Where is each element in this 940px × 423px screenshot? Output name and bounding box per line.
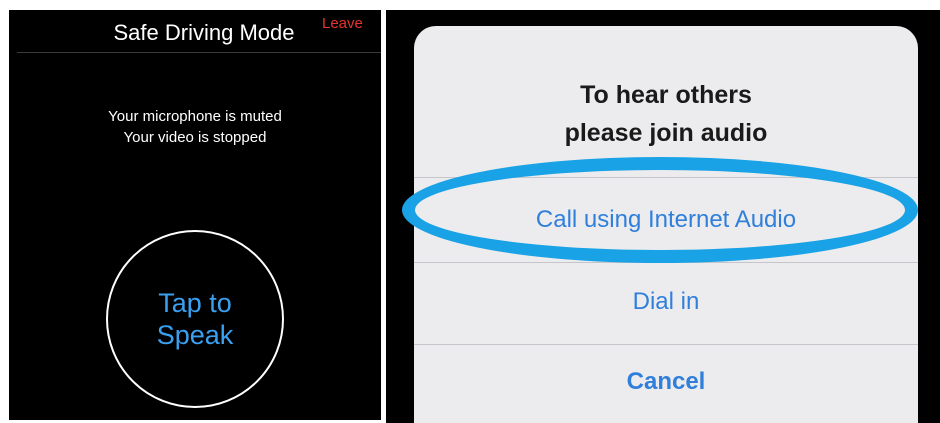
heading-line2: please join audio — [564, 119, 768, 147]
tap-to-speak-button[interactable]: Tap to Speak — [106, 230, 284, 408]
video-status: Your video is stopped — [123, 129, 267, 146]
header-divider — [17, 52, 381, 53]
status-text: Your microphone is muted Your video is s… — [9, 106, 381, 148]
join-audio-heading: To hear others please join audio — [414, 76, 918, 152]
cancel-button[interactable]: Cancel — [414, 368, 918, 396]
separator — [414, 344, 918, 345]
leave-button[interactable]: Leave — [322, 15, 363, 32]
heading-line1: To hear others — [580, 81, 752, 109]
mic-status: Your microphone is muted — [108, 108, 282, 125]
safe-driving-panel: Safe Driving Mode Leave Your microphone … — [9, 10, 381, 420]
speak-label-line2: Speak — [156, 320, 234, 350]
dial-in-button[interactable]: Dial in — [414, 288, 918, 316]
highlight-ellipse — [402, 157, 918, 263]
speak-label-line1: Tap to — [158, 288, 232, 318]
